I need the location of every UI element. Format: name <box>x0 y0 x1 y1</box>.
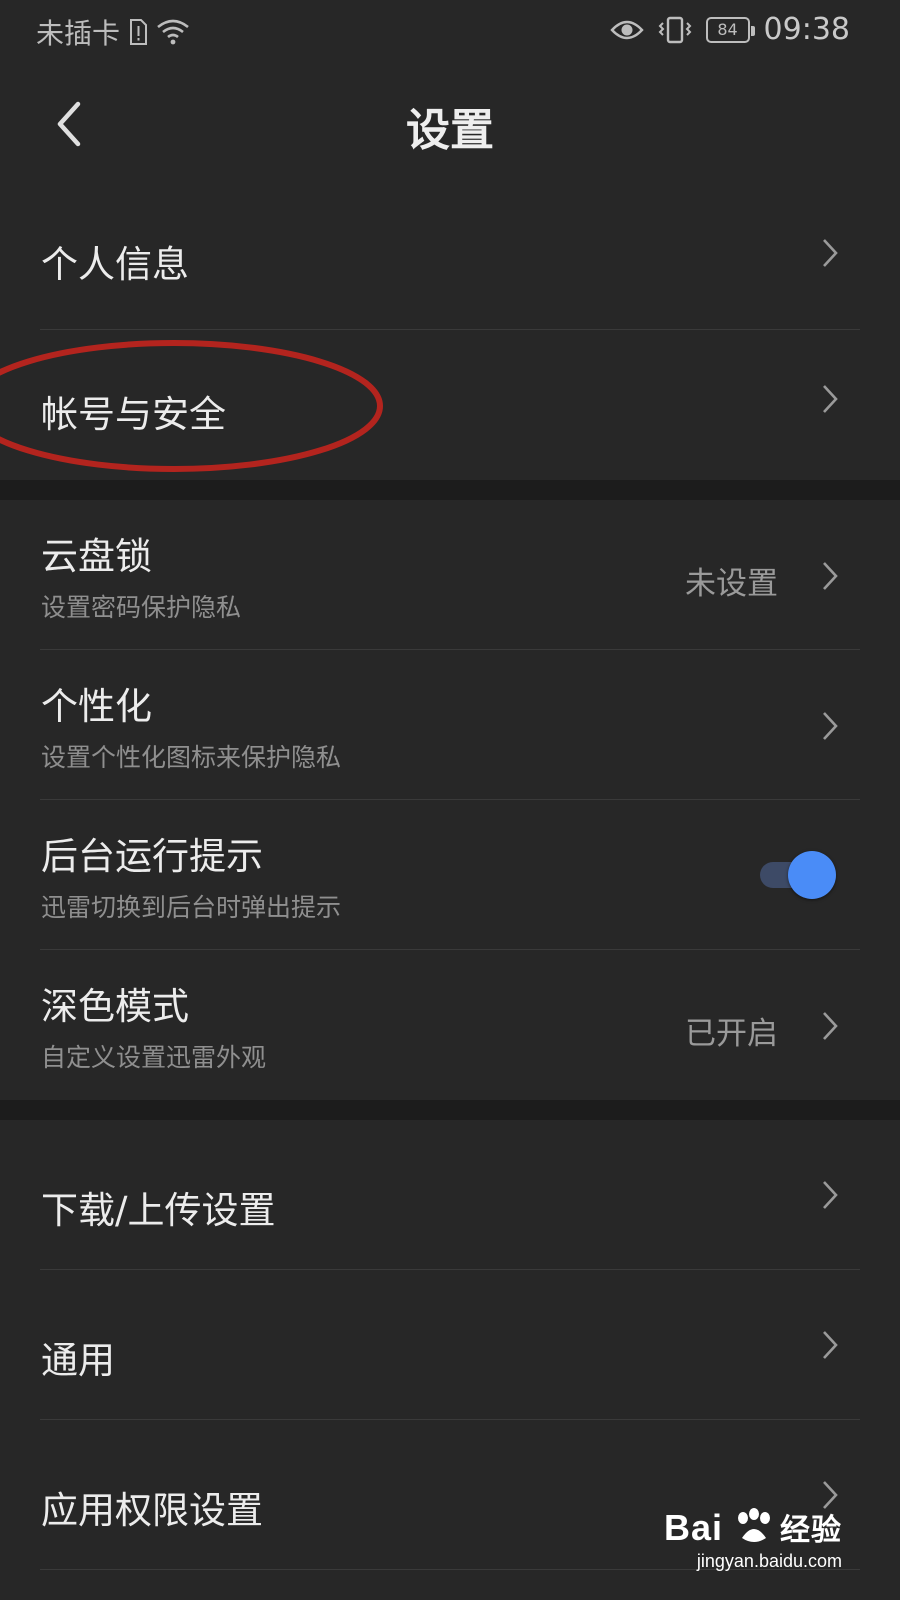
item-label: 下载/上传设置 <box>41 1189 276 1232</box>
item-label: 云盘锁 <box>41 535 152 578</box>
item-subtitle: 设置密码保护隐私 <box>41 593 242 622</box>
item-label: 深色模式 <box>41 985 189 1028</box>
watermark-brand-text: Bai <box>663 1507 723 1548</box>
watermark-brand-cn: 经验 <box>780 1514 842 1547</box>
item-subtitle: 迅雷切换到后台时弹出提示 <box>41 893 342 922</box>
personalize-item[interactable]: 个性化 设置个性化图标来保护隐私 <box>0 650 900 800</box>
item-label: 个性化 <box>41 685 152 728</box>
chevron-right-icon <box>823 1331 838 1359</box>
dark-mode-item[interactable]: 深色模式 自定义设置迅雷外观 已开启 <box>0 950 900 1100</box>
account-security-item[interactable]: 帐号与安全 <box>0 330 900 480</box>
item-label: 应用权限设置 <box>41 1489 263 1532</box>
chevron-right-icon <box>823 1181 838 1209</box>
paw-icon <box>738 1508 770 1542</box>
section-gap <box>0 1100 900 1120</box>
status-bar: 未插卡 84 09:38 <box>0 0 900 64</box>
chevron-right-icon <box>823 1012 838 1040</box>
status-right: 84 09:38 <box>609 12 850 47</box>
personal-info-item[interactable]: 个人信息 <box>0 184 900 330</box>
item-subtitle: 设置个性化图标来保护隐私 <box>41 743 342 772</box>
background-run-tip-item: 后台运行提示 迅雷切换到后台时弹出提示 <box>0 800 900 950</box>
background-run-tip-toggle[interactable] <box>756 851 836 899</box>
toggle-knob <box>788 851 836 899</box>
item-value: 已开启 <box>685 1016 778 1052</box>
wifi-icon <box>157 19 189 45</box>
general-item[interactable]: 通用 <box>0 1270 900 1420</box>
item-label: 帐号与安全 <box>41 393 226 436</box>
chevron-right-icon <box>823 562 838 590</box>
status-time: 09:38 <box>763 12 850 47</box>
item-label: 个人信息 <box>41 243 189 286</box>
download-upload-settings-item[interactable]: 下载/上传设置 <box>0 1120 900 1270</box>
item-label: 通用 <box>41 1339 115 1382</box>
chevron-right-icon <box>823 239 838 267</box>
page-title: 设置 <box>406 105 494 156</box>
cloud-lock-item[interactable]: 云盘锁 设置密码保护隐私 未设置 <box>0 500 900 650</box>
item-value: 未设置 <box>685 566 778 602</box>
watermark-brand: Bai 经验 <box>664 1505 842 1549</box>
battery-icon: 84 <box>705 16 755 43</box>
app-header: 设置 <box>0 64 900 184</box>
carrier-text: 未插卡 <box>36 17 121 50</box>
item-label: 后台运行提示 <box>41 835 263 878</box>
status-left: 未插卡 <box>36 12 190 52</box>
chevron-right-icon <box>823 385 838 413</box>
sim-alert-icon <box>130 19 148 45</box>
chevron-right-icon <box>823 712 838 740</box>
item-subtitle: 自定义设置迅雷外观 <box>41 1043 267 1072</box>
battery-level: 84 <box>717 20 738 39</box>
vibrate-icon <box>658 16 691 43</box>
watermark-url: jingyan.baidu.com <box>696 1551 842 1571</box>
watermark: Bai 经验 jingyan.baidu.com <box>664 1505 842 1572</box>
eye-icon <box>609 20 644 39</box>
section-gap <box>0 480 900 500</box>
